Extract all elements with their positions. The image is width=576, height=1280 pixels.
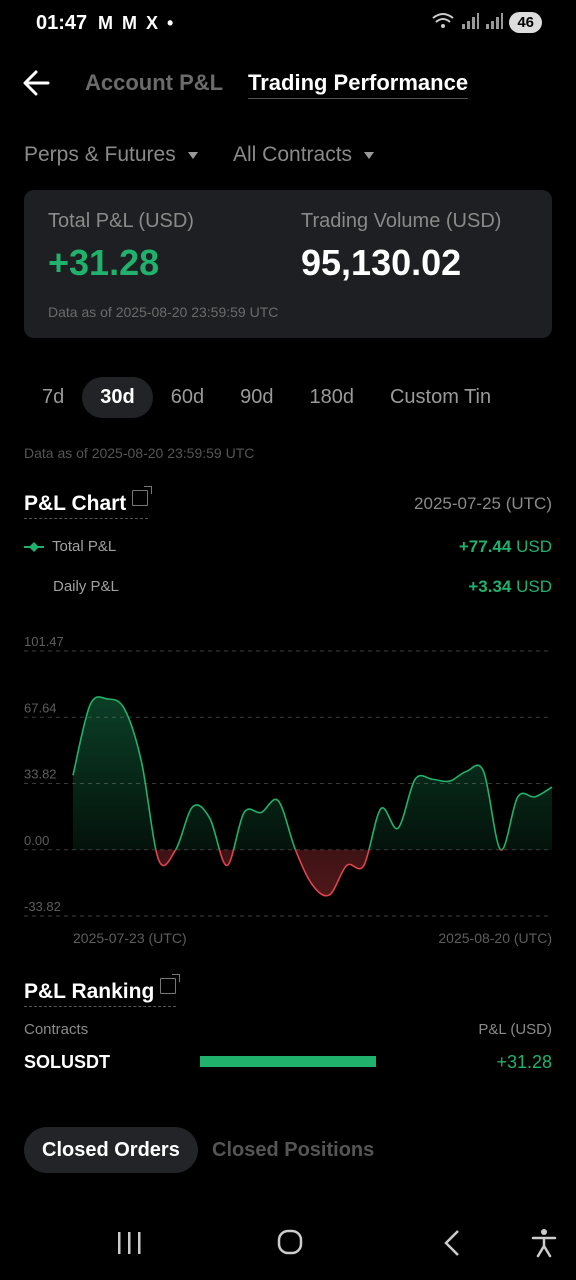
range-90d[interactable]: 90d	[222, 377, 291, 418]
rank-contract: SOLUSDT	[24, 1052, 111, 1072]
pnl-ranking-title[interactable]: P&L Ranking	[24, 974, 181, 1007]
back-arrow-icon[interactable]	[22, 66, 52, 100]
tab-trading-performance[interactable]: Trading Performance	[248, 70, 469, 99]
pnl-ranking-title-text: P&L Ranking	[24, 980, 155, 1003]
status-bar: 01:47 M M X • 46	[0, 0, 576, 48]
rank-bar-track	[200, 1056, 376, 1067]
pnl-chart-title-text: P&L Chart	[24, 492, 127, 515]
status-right: 46	[431, 12, 542, 33]
range-custom[interactable]: Custom Tin	[372, 377, 491, 418]
col-pnl: P&L (USD)	[478, 1021, 552, 1038]
x-end-label: 2025-08-20 (UTC)	[438, 930, 552, 946]
summary-card: Total P&L (USD) +31.28 Trading Volume (U…	[24, 190, 552, 338]
y-tick-label: 67.64	[24, 700, 57, 715]
contracts-filter-label: All Contracts	[233, 143, 353, 166]
caret-down-icon	[187, 151, 198, 159]
signal-icon-2	[485, 13, 504, 32]
tab-account-pnl[interactable]: Account P&L	[85, 70, 223, 96]
rank-bar	[200, 1056, 376, 1067]
data-asof: Data as of 2025-08-20 23:59:59 UTC	[24, 445, 255, 461]
recent-apps-icon[interactable]	[116, 1230, 144, 1256]
range-30d[interactable]: 30d	[82, 376, 153, 418]
y-tick-label: 33.82	[24, 767, 57, 782]
legend-total-label: Total P&L	[52, 538, 117, 555]
back-nav-icon[interactable]	[440, 1228, 464, 1258]
home-icon[interactable]	[276, 1228, 306, 1258]
contracts-filter[interactable]: All Contracts	[233, 143, 375, 167]
tab-closed-orders[interactable]: Closed Orders	[24, 1127, 198, 1173]
range-60d[interactable]: 60d	[153, 377, 222, 418]
status-time: 01:47	[36, 12, 88, 34]
daily-unit: USD	[516, 577, 552, 596]
total-pnl-value: +31.28	[48, 242, 160, 283]
total-value: +77.44	[458, 537, 512, 556]
trading-volume-label: Trading Volume (USD)	[301, 210, 502, 232]
y-tick-label: 0.00	[24, 833, 49, 848]
pnl-chart[interactable]: 101.47 67.64 33.82 0.00 -33.82 2025-07-23 (UT…	[0, 630, 576, 950]
trading-volume-value: 95,130.02	[301, 242, 462, 283]
range-180d[interactable]: 180d	[291, 377, 372, 418]
legend-total: Total P&L	[24, 538, 116, 555]
total-unit: USD	[516, 537, 552, 556]
rank-value: +31.28	[496, 1052, 552, 1072]
external-link-icon[interactable]	[160, 974, 181, 994]
legend-daily: Daily P&L	[53, 578, 119, 595]
external-link-icon[interactable]	[132, 486, 153, 506]
daily-value: +3.34	[468, 577, 512, 596]
legend-daily-label: Daily P&L	[53, 578, 119, 595]
legend-total-value: +77.44 USD	[459, 537, 552, 557]
pnl-chart-title[interactable]: P&L Chart	[24, 486, 153, 519]
total-pnl-label: Total P&L (USD)	[48, 210, 194, 232]
legend-daily-value: +3.34 USD	[468, 577, 552, 597]
total-line-icon	[24, 541, 44, 552]
y-tick-label: -33.82	[24, 899, 61, 914]
col-contracts: Contracts	[24, 1021, 89, 1038]
range-fade	[552, 370, 576, 426]
time-range-selector: 7d 30d 60d 90d 180d Custom Tin	[24, 376, 491, 418]
hover-date: 2025-07-25 (UTC)	[414, 494, 552, 513]
accessibility-icon[interactable]	[530, 1228, 558, 1258]
summary-asof: Data as of 2025-08-20 23:59:59 UTC	[48, 304, 279, 320]
caret-down-icon	[364, 151, 375, 159]
signal-icon	[461, 13, 480, 32]
tab-closed-positions[interactable]: Closed Positions	[212, 1127, 374, 1173]
product-filter[interactable]: Perps & Futures	[24, 143, 198, 167]
product-filter-label: Perps & Futures	[24, 143, 176, 166]
notification-icons: M M X •	[98, 13, 176, 33]
battery-icon: 46	[509, 12, 542, 33]
system-nav-bar	[0, 1208, 576, 1280]
range-7d[interactable]: 7d	[24, 377, 82, 418]
y-tick-label: 101.47	[24, 634, 64, 649]
x-start-label: 2025-07-23 (UTC)	[73, 930, 187, 946]
wifi-icon	[431, 12, 455, 33]
